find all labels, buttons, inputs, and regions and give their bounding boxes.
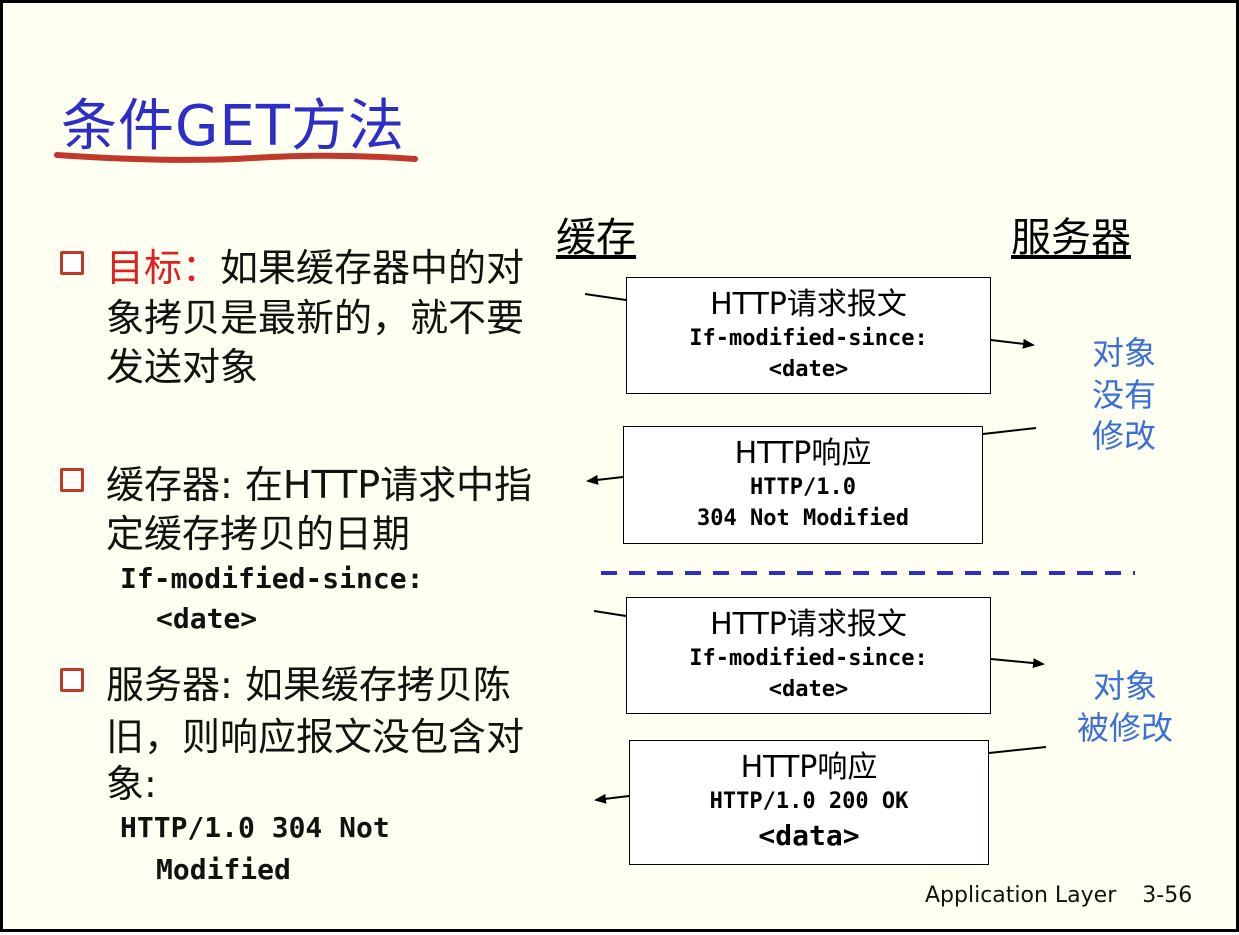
message-flow-arrows [584,293,1135,804]
response-2-arrow-in [988,746,1047,754]
response-1-arrow-out [586,474,624,485]
page-number: 3-56 [1142,883,1193,908]
request-2-arrow-out [990,658,1045,669]
response-1-arrow-in [982,427,1037,435]
footer-section: Application Layer [925,883,1117,908]
response-2-arrow-out [594,793,630,804]
request-1-arrow-in [584,293,627,301]
request-1-arrow-out [990,338,1035,349]
footer-label: Application Layer 3-56 [925,883,1192,908]
slide: 条件GET方法 缓存 服务器 目标：如果缓存器中的对 象拷贝是最新的，就不要 发… [0,0,1239,932]
request-2-arrow-in [593,610,627,617]
